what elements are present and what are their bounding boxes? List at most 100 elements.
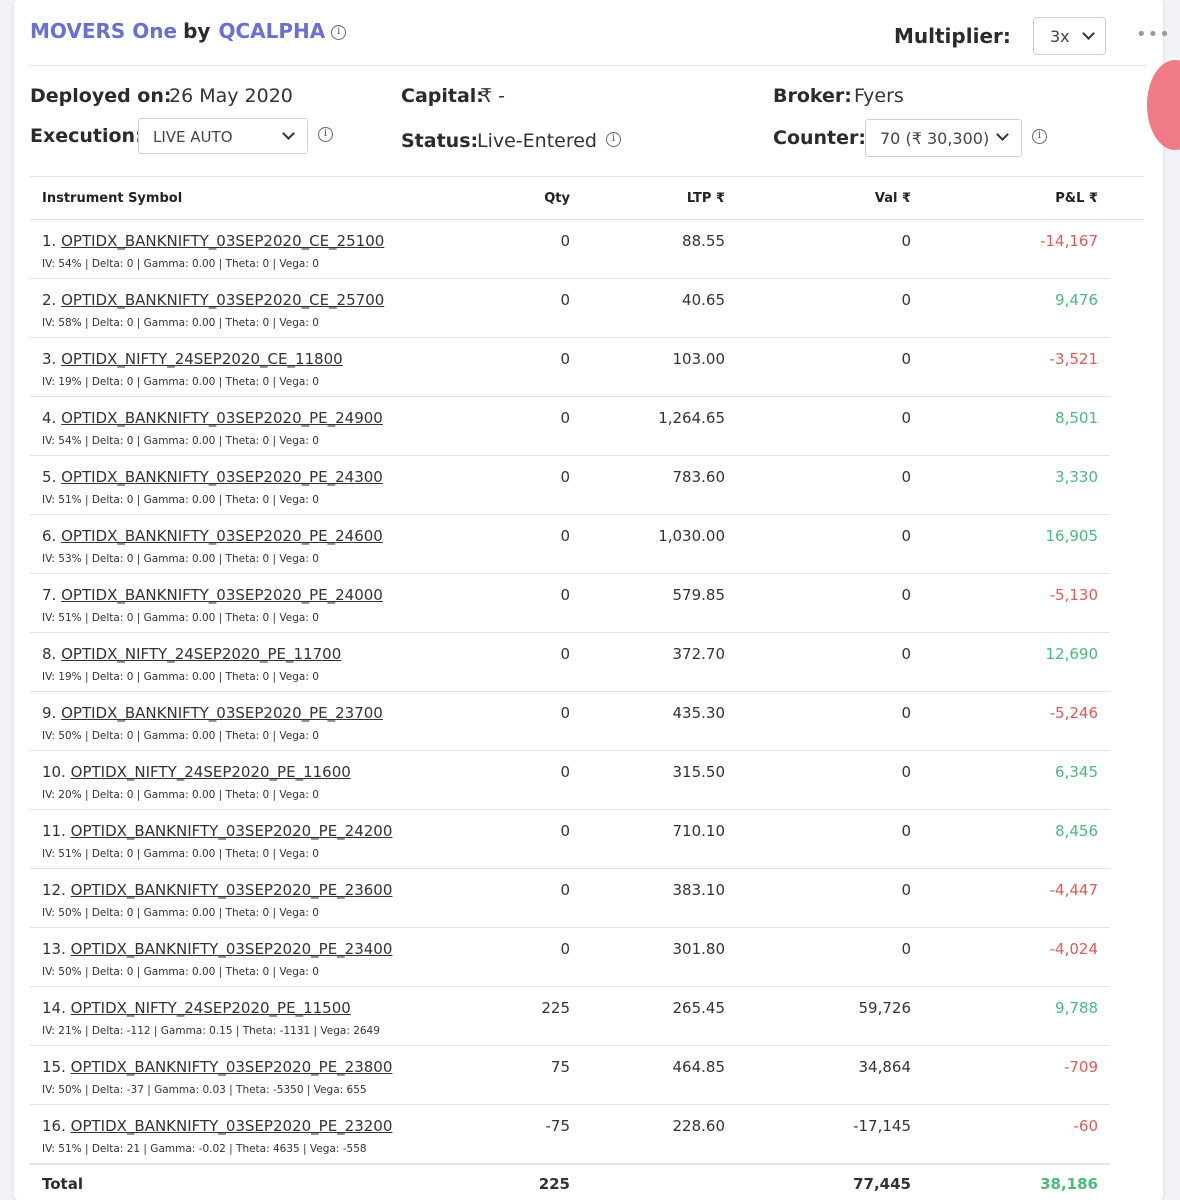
val-cell: 0 bbox=[901, 881, 911, 899]
chevron-down-icon bbox=[996, 128, 1009, 141]
table-row: 5. OPTIDX_BANKNIFTY_03SEP2020_PE_24300 IV… bbox=[30, 456, 1110, 515]
instrument-link[interactable]: OPTIDX_NIFTY_24SEP2020_PE_11500 bbox=[71, 999, 351, 1017]
author-link[interactable]: QCALPHA bbox=[218, 19, 325, 43]
qty-cell: 0 bbox=[560, 645, 570, 663]
table-row: 12. OPTIDX_BANKNIFTY_03SEP2020_PE_23600 I… bbox=[30, 869, 1110, 928]
ltp-cell: 435.30 bbox=[672, 704, 726, 722]
chevron-down-icon bbox=[1082, 27, 1095, 40]
instrument-link[interactable]: OPTIDX_BANKNIFTY_03SEP2020_PE_24300 bbox=[61, 468, 383, 486]
instrument-link[interactable]: OPTIDX_BANKNIFTY_03SEP2020_CE_25100 bbox=[61, 232, 384, 250]
instrument-link[interactable]: OPTIDX_BANKNIFTY_03SEP2020_PE_24000 bbox=[61, 586, 383, 604]
ltp-cell: 383.10 bbox=[672, 881, 726, 899]
execution-select[interactable]: LIVE AUTO bbox=[138, 118, 308, 154]
execution-info-icon[interactable]: i bbox=[318, 127, 333, 142]
counter-label: Counter: bbox=[773, 127, 866, 149]
qty-cell: 225 bbox=[541, 999, 570, 1017]
col-pnl: P&L ₹ bbox=[1055, 191, 1098, 206]
ltp-cell: 372.70 bbox=[672, 645, 726, 663]
pnl-cell: -4,024 bbox=[1049, 940, 1098, 958]
instrument-link[interactable]: OPTIDX_BANKNIFTY_03SEP2020_PE_23700 bbox=[61, 704, 383, 722]
instrument-link[interactable]: OPTIDX_NIFTY_24SEP2020_CE_11800 bbox=[61, 350, 343, 368]
table-row: 3. OPTIDX_NIFTY_24SEP2020_CE_11800 IV: 19… bbox=[30, 338, 1110, 397]
info-icon[interactable]: i bbox=[331, 25, 347, 40]
execution-label: Execution: bbox=[30, 125, 143, 147]
instrument-cell: 13. OPTIDX_BANKNIFTY_03SEP2020_PE_23400 bbox=[42, 940, 392, 958]
instrument-cell: 3. OPTIDX_NIFTY_24SEP2020_CE_11800 bbox=[42, 350, 343, 368]
instrument-link[interactable]: OPTIDX_BANKNIFTY_03SEP2020_PE_23800 bbox=[71, 1058, 393, 1076]
table-row: 13. OPTIDX_BANKNIFTY_03SEP2020_PE_23400 I… bbox=[30, 928, 1110, 987]
instrument-link[interactable]: OPTIDX_BANKNIFTY_03SEP2020_PE_23600 bbox=[71, 881, 393, 899]
pnl-cell: -60 bbox=[1073, 1117, 1099, 1135]
instrument-link[interactable]: OPTIDX_BANKNIFTY_03SEP2020_PE_23200 bbox=[71, 1117, 393, 1135]
qty-cell: -75 bbox=[545, 1117, 571, 1135]
ltp-cell: 579.85 bbox=[672, 586, 726, 604]
pnl-cell: 8,501 bbox=[1055, 409, 1098, 427]
qty-cell: 0 bbox=[560, 763, 570, 781]
ltp-cell: 228.60 bbox=[672, 1117, 726, 1135]
val-cell: 0 bbox=[901, 822, 911, 840]
pnl-cell: 9,788 bbox=[1055, 999, 1098, 1017]
qty-cell: 0 bbox=[560, 881, 570, 899]
greeks-text: IV: 51% | Delta: 0 | Gamma: 0.00 | Theta… bbox=[42, 848, 319, 860]
floating-widget[interactable] bbox=[1147, 60, 1180, 150]
row-index: 3. bbox=[42, 350, 57, 368]
instrument-cell: 14. OPTIDX_NIFTY_24SEP2020_PE_11500 bbox=[42, 999, 351, 1017]
row-index: 12. bbox=[42, 881, 66, 899]
multiplier-select[interactable]: 3x bbox=[1033, 17, 1106, 55]
instrument-cell: 15. OPTIDX_BANKNIFTY_03SEP2020_PE_23800 bbox=[42, 1058, 392, 1076]
capital-label: Capital: bbox=[401, 85, 484, 107]
qty-cell: 0 bbox=[560, 704, 570, 722]
qty-cell: 75 bbox=[550, 1058, 570, 1076]
instrument-link[interactable]: OPTIDX_BANKNIFTY_03SEP2020_PE_24200 bbox=[71, 822, 393, 840]
ltp-cell: 301.80 bbox=[672, 940, 726, 958]
greeks-text: IV: 19% | Delta: 0 | Gamma: 0.00 | Theta… bbox=[42, 376, 319, 388]
table-row: 4. OPTIDX_BANKNIFTY_03SEP2020_PE_24900 IV… bbox=[30, 397, 1110, 456]
counter-select[interactable]: 70 (₹ 30,300) bbox=[865, 119, 1022, 157]
deployed-label: Deployed on: bbox=[30, 85, 172, 107]
val-cell: 0 bbox=[901, 527, 911, 545]
broker-label: Broker: bbox=[773, 85, 852, 107]
pnl-cell: -14,167 bbox=[1040, 232, 1098, 250]
greeks-text: IV: 50% | Delta: 0 | Gamma: 0.00 | Theta… bbox=[42, 966, 319, 978]
table-row: 7. OPTIDX_BANKNIFTY_03SEP2020_PE_24000 IV… bbox=[30, 574, 1110, 633]
instrument-link[interactable]: OPTIDX_NIFTY_24SEP2020_PE_11600 bbox=[71, 763, 351, 781]
instrument-link[interactable]: OPTIDX_BANKNIFTY_03SEP2020_PE_23400 bbox=[71, 940, 393, 958]
instrument-link[interactable]: OPTIDX_BANKNIFTY_03SEP2020_CE_25700 bbox=[61, 291, 384, 309]
positions-table: Instrument Symbol Qty LTP ₹ Val ₹ P&L ₹ … bbox=[30, 176, 1144, 1200]
table-row: 9. OPTIDX_BANKNIFTY_03SEP2020_PE_23700 IV… bbox=[30, 692, 1110, 751]
row-index: 2. bbox=[42, 291, 57, 309]
col-ltp: LTP ₹ bbox=[686, 191, 725, 206]
greeks-text: IV: 19% | Delta: 0 | Gamma: 0.00 | Theta… bbox=[42, 671, 319, 683]
row-index: 13. bbox=[42, 940, 66, 958]
greeks-text: IV: 54% | Delta: 0 | Gamma: 0.00 | Theta… bbox=[42, 258, 319, 270]
pnl-cell: -5,246 bbox=[1049, 704, 1098, 722]
instrument-link[interactable]: OPTIDX_BANKNIFTY_03SEP2020_PE_24600 bbox=[61, 527, 383, 545]
pnl-cell: -5,130 bbox=[1049, 586, 1098, 604]
by-text: by bbox=[183, 19, 211, 43]
more-options-icon[interactable]: ••• bbox=[1136, 24, 1171, 45]
instrument-cell: 11. OPTIDX_BANKNIFTY_03SEP2020_PE_24200 bbox=[42, 822, 392, 840]
table-row: 6. OPTIDX_BANKNIFTY_03SEP2020_PE_24600 IV… bbox=[30, 515, 1110, 574]
instrument-cell: 1. OPTIDX_BANKNIFTY_03SEP2020_CE_25100 bbox=[42, 232, 384, 250]
strategy-name[interactable]: MOVERS One bbox=[30, 19, 177, 43]
val-cell: 34,864 bbox=[858, 1058, 912, 1076]
deployed-value: 26 May 2020 bbox=[169, 85, 293, 107]
total-row: Total 225 77,445 38,186 bbox=[30, 1164, 1110, 1200]
counter-info-icon[interactable]: i bbox=[1032, 129, 1047, 144]
total-val: 77,445 bbox=[853, 1175, 911, 1193]
instrument-link[interactable]: OPTIDX_NIFTY_24SEP2020_PE_11700 bbox=[61, 645, 341, 663]
ltp-cell: 315.50 bbox=[672, 763, 726, 781]
table-row: 14. OPTIDX_NIFTY_24SEP2020_PE_11500 IV: 2… bbox=[30, 987, 1110, 1046]
table-row: 2. OPTIDX_BANKNIFTY_03SEP2020_CE_25700 IV… bbox=[30, 279, 1110, 338]
instrument-link[interactable]: OPTIDX_BANKNIFTY_03SEP2020_PE_24900 bbox=[61, 409, 383, 427]
ltp-cell: 265.45 bbox=[672, 999, 726, 1017]
qty-cell: 0 bbox=[560, 232, 570, 250]
status-info-icon[interactable]: i bbox=[606, 132, 621, 147]
greeks-text: IV: 51% | Delta: 0 | Gamma: 0.00 | Theta… bbox=[42, 612, 319, 624]
execution-value: LIVE AUTO bbox=[153, 128, 233, 146]
broker-value: Fyers bbox=[854, 85, 904, 107]
row-index: 14. bbox=[42, 999, 66, 1017]
instrument-cell: 6. OPTIDX_BANKNIFTY_03SEP2020_PE_24600 bbox=[42, 527, 383, 545]
table-row: 1. OPTIDX_BANKNIFTY_03SEP2020_CE_25100 IV… bbox=[30, 220, 1110, 279]
greeks-text: IV: 51% | Delta: 0 | Gamma: 0.00 | Theta… bbox=[42, 494, 319, 506]
